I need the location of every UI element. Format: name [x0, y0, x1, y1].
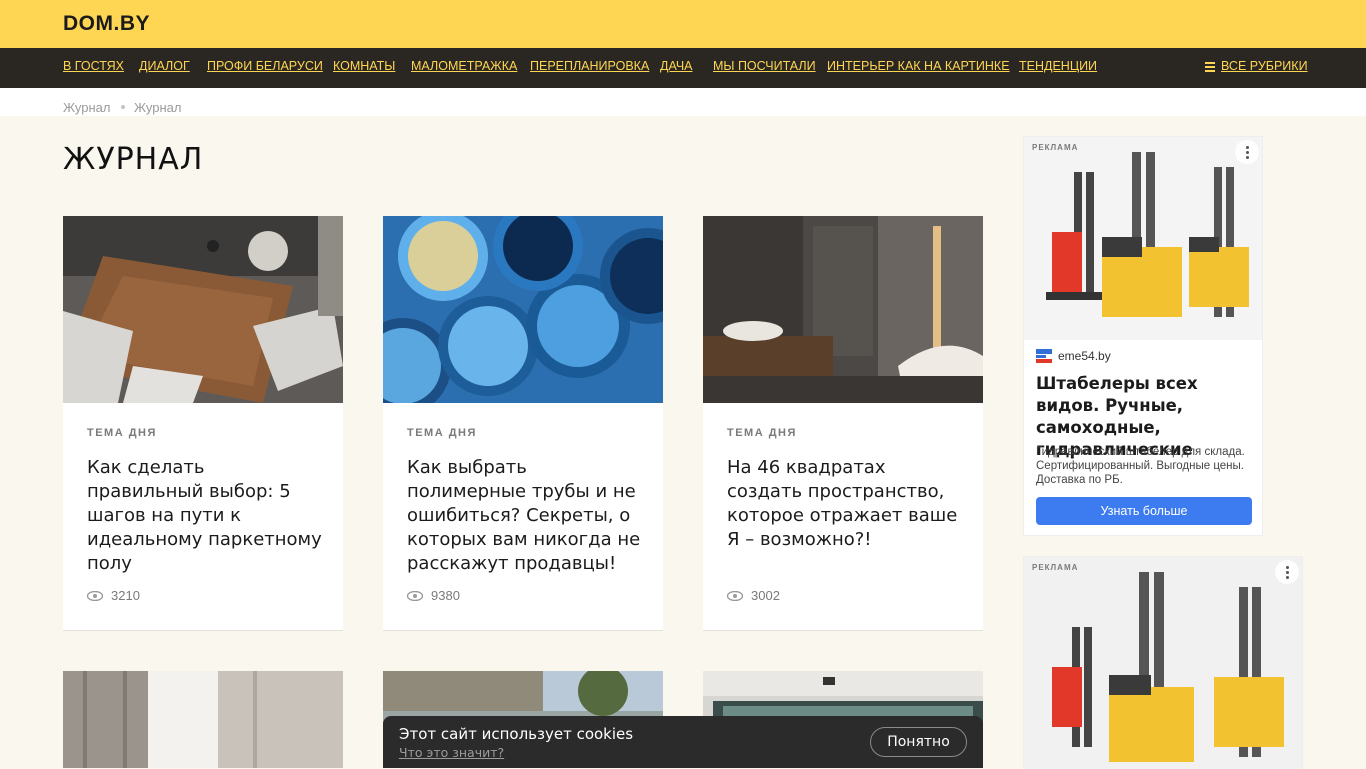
article-views: 9380 — [407, 588, 460, 603]
menu-icon — [1205, 61, 1215, 72]
ad-cta-button[interactable]: Узнать больше — [1036, 497, 1252, 525]
cookie-info-link[interactable]: Что это значит? — [399, 745, 504, 760]
nav-item-dialog[interactable]: ДИАЛОГ — [139, 59, 190, 73]
nav-item-rooms[interactable]: КОМНАТЫ — [333, 59, 395, 73]
breadcrumb-item[interactable]: Журнал — [63, 100, 110, 115]
ad-label: РЕКЛАМА — [1032, 143, 1079, 152]
breadcrumb: Журнал Журнал — [0, 88, 1366, 116]
article-card[interactable]: ТЕМА ДНЯ Как сделать правильный выбор: 5… — [63, 216, 343, 630]
nav-item-malometrazhka[interactable]: МАЛОМЕТРАЖКА — [411, 59, 517, 73]
cookie-banner: Этот сайт использует cookies Что это зна… — [383, 716, 983, 768]
eye-icon — [727, 590, 743, 601]
article-image-curtains[interactable] — [63, 671, 343, 768]
breadcrumb-item-current: Журнал — [134, 100, 182, 115]
article-card[interactable]: ТЕМА ДНЯ Как выбрать полимерные трубы и … — [383, 216, 663, 630]
nav-item-dacha[interactable]: ДАЧА — [660, 59, 693, 73]
views-count: 9380 — [431, 588, 460, 603]
advertiser-logo-icon — [1036, 349, 1052, 363]
article-tag: ТЕМА ДНЯ — [727, 427, 797, 439]
article-tag: ТЕМА ДНЯ — [87, 427, 157, 439]
article-image-living-room[interactable] — [63, 216, 343, 403]
nav-item-v-gostyah[interactable]: В ГОСТЯХ — [63, 59, 124, 73]
cookie-message: Этот сайт использует cookies — [399, 725, 634, 743]
article-image-pipes[interactable] — [383, 216, 663, 403]
article-views: 3002 — [727, 588, 780, 603]
ad-domain-text: eme54.by — [1058, 349, 1111, 363]
article-views: 3210 — [87, 588, 140, 603]
ad-banner[interactable]: РЕКЛАМА — [1023, 556, 1303, 769]
nav-item-interier[interactable]: ИНТЕРЬЕР КАК НА КАРТИНКЕ — [827, 59, 1010, 73]
breadcrumb-separator — [121, 105, 125, 109]
views-count: 3210 — [111, 588, 140, 603]
all-rubrics-button[interactable]: ВСЕ РУБРИКИ — [1205, 59, 1308, 73]
views-count: 3002 — [751, 588, 780, 603]
article-title[interactable]: Как сделать правильный выбор: 5 шагов на… — [87, 456, 323, 576]
more-options-icon[interactable] — [1235, 140, 1259, 164]
page-title: ЖУРНАЛ — [63, 142, 204, 177]
ad-domain[interactable]: eme54.by — [1036, 349, 1111, 363]
article-image-bathroom[interactable] — [703, 216, 983, 403]
eye-icon — [87, 590, 103, 601]
article-title[interactable]: Как выбрать полимерные трубы и не ошибит… — [407, 456, 643, 576]
site-header: DOM.BY — [0, 0, 1366, 48]
nav-item-pereplanirovka[interactable]: ПЕРЕПЛАНИРОВКА — [530, 59, 649, 73]
ad-image-stackers[interactable] — [1024, 557, 1302, 769]
ad-text: Гидравлический штабелер для склада. Серт… — [1036, 446, 1245, 486]
eye-icon — [407, 590, 423, 601]
nav-item-tendencii[interactable]: ТЕНДЕНЦИИ — [1019, 59, 1097, 73]
cookie-accept-button[interactable]: Понятно — [870, 727, 967, 757]
nav-item-my-poschitali[interactable]: МЫ ПОСЧИТАЛИ — [713, 59, 816, 73]
ad-image-stackers[interactable] — [1024, 137, 1262, 340]
site-logo[interactable]: DOM.BY — [63, 12, 150, 36]
ad-banner[interactable]: РЕКЛАМА eme54.by Штабелеры всех видов. Р… — [1023, 136, 1263, 536]
ad-label: РЕКЛАМА — [1032, 563, 1079, 572]
all-rubrics-label: ВСЕ РУБРИКИ — [1221, 59, 1308, 73]
article-tag: ТЕМА ДНЯ — [407, 427, 477, 439]
more-options-icon[interactable] — [1275, 560, 1299, 584]
article-title[interactable]: На 46 квадратах создать пространство, ко… — [727, 456, 963, 552]
main-nav: В ГОСТЯХ ДИАЛОГ ПРОФИ БЕЛАРУСИ КОМНАТЫ М… — [0, 48, 1366, 88]
nav-item-profi[interactable]: ПРОФИ БЕЛАРУСИ — [207, 59, 323, 73]
article-card[interactable]: ТЕМА ДНЯ На 46 квадратах создать простра… — [703, 216, 983, 630]
